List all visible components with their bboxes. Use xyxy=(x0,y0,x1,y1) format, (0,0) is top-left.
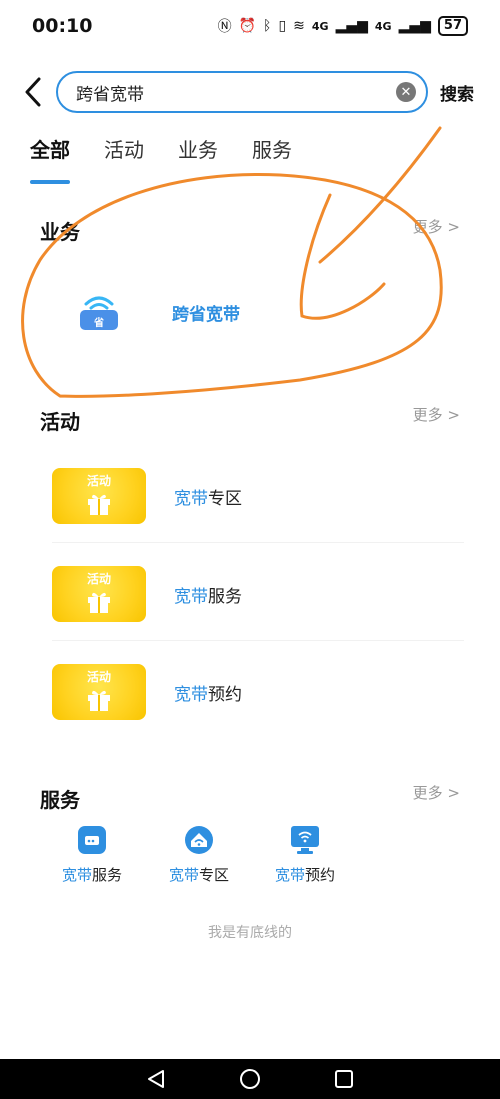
service-item[interactable]: 宽带预约 xyxy=(265,826,345,885)
home-circle-icon[interactable] xyxy=(238,1067,262,1091)
divider xyxy=(52,640,464,641)
service-item[interactable]: 宽带服务 xyxy=(52,826,132,885)
service-label: 宽带专区 xyxy=(169,864,229,885)
activity-label: 宽带专区 xyxy=(174,484,242,509)
monitor-wifi-icon xyxy=(291,826,319,854)
activity-label-rest: 专区 xyxy=(208,488,242,509)
service-label-rest: 服务 xyxy=(92,866,123,884)
search-row: ✕ 搜索 xyxy=(0,70,500,114)
vibrate-icon: ▯ xyxy=(278,18,287,34)
chevron-left-icon xyxy=(25,77,41,107)
activity-label-rest: 预约 xyxy=(208,684,242,705)
search-input[interactable] xyxy=(76,82,396,102)
services-section-title: 服务 xyxy=(40,788,80,812)
activity-tag: 活动 xyxy=(86,572,111,586)
divider xyxy=(52,542,464,543)
activity-thumbnail: 活动 xyxy=(52,566,146,622)
status-bar: 00:10 Ⓝ ⏰ ᛒ ▯ ≋ 4G ▂▄▆ 4G ▂▄▆ 57 xyxy=(0,0,500,52)
business-item[interactable]: 省 跨省宽带 xyxy=(78,292,240,332)
services-more-link[interactable]: 更多 > xyxy=(413,782,460,803)
annotation-circle xyxy=(21,172,443,398)
battery-indicator: 57 xyxy=(437,16,468,36)
bluetooth-icon: ᛒ xyxy=(263,18,272,34)
business-item-label: 跨省宽带 xyxy=(172,304,240,325)
back-triangle-icon[interactable] xyxy=(145,1068,167,1090)
tab-activities[interactable]: 活动 xyxy=(104,132,144,176)
service-label-rest: 专区 xyxy=(199,866,230,884)
search-box[interactable]: ✕ xyxy=(56,71,428,113)
service-label: 宽带服务 xyxy=(62,864,122,885)
activity-tag: 活动 xyxy=(86,670,111,684)
activity-thumbnail: 活动 xyxy=(52,468,146,524)
gift-icon xyxy=(88,690,110,711)
wifi-card-icon-label: 省 xyxy=(94,318,104,329)
service-label-highlight: 宽带 xyxy=(274,866,305,884)
clear-icon[interactable]: ✕ xyxy=(396,82,416,102)
gift-icon xyxy=(88,494,110,515)
service-item[interactable]: 宽带专区 xyxy=(159,826,239,885)
wifi-icon: ≋ xyxy=(293,18,305,34)
activity-label-highlight: 宽带 xyxy=(174,488,208,509)
signal-1: 4G xyxy=(311,19,329,33)
tab-business[interactable]: 业务 xyxy=(178,132,218,176)
home-wifi-icon xyxy=(185,826,213,854)
service-label: 宽带预约 xyxy=(275,864,335,885)
activity-tag: 活动 xyxy=(86,474,111,488)
activity-item[interactable]: 活动 宽带专区 xyxy=(52,468,242,524)
nfc-icon: Ⓝ xyxy=(217,19,232,35)
annotation-arrow-line xyxy=(318,126,442,264)
activity-thumbnail: 活动 xyxy=(52,664,146,720)
wifi-card-icon: 省 xyxy=(78,292,120,332)
status-icons: Ⓝ ⏰ ᛒ ▯ ≋ 4G ▂▄▆ 4G ▂▄▆ 57 xyxy=(218,16,468,36)
tab-bar: 全部 活动 业务 服务 xyxy=(30,132,292,184)
tab-services[interactable]: 服务 xyxy=(252,132,292,176)
tab-all[interactable]: 全部 xyxy=(30,132,70,184)
signal-bars-1-icon: ▂▄▆ xyxy=(335,18,368,34)
signal-bars-2-icon: ▂▄▆ xyxy=(398,18,431,34)
business-more-link[interactable]: 更多 > xyxy=(413,216,460,237)
back-button[interactable] xyxy=(0,70,56,114)
activity-label: 宽带服务 xyxy=(174,582,242,607)
activity-label-highlight: 宽带 xyxy=(174,684,208,705)
service-label-highlight: 宽带 xyxy=(61,866,92,884)
service-label-rest: 预约 xyxy=(305,866,336,884)
end-of-list-note: 我是有底线的 xyxy=(208,925,292,941)
activities-section-title: 活动 xyxy=(40,410,80,434)
service-label-highlight: 宽带 xyxy=(168,866,199,884)
business-section-title: 业务 xyxy=(40,220,80,244)
activity-item[interactable]: 活动 宽带预约 xyxy=(52,664,242,720)
signal-2: 4G xyxy=(374,19,392,33)
activity-item[interactable]: 活动 宽带服务 xyxy=(52,566,242,622)
alarm-icon: ⏰ xyxy=(238,18,257,34)
status-time: 00:10 xyxy=(32,15,93,37)
annotation-arrow-head xyxy=(299,193,386,320)
activity-label: 宽带预约 xyxy=(174,680,242,705)
search-button[interactable]: 搜索 xyxy=(440,80,474,105)
recents-square-icon[interactable] xyxy=(333,1068,355,1090)
system-nav-bar xyxy=(0,1059,500,1099)
gift-icon xyxy=(88,592,110,613)
activity-label-highlight: 宽带 xyxy=(174,586,208,607)
router-icon xyxy=(78,826,106,854)
activity-label-rest: 服务 xyxy=(208,586,242,607)
activities-more-link[interactable]: 更多 > xyxy=(413,404,460,425)
